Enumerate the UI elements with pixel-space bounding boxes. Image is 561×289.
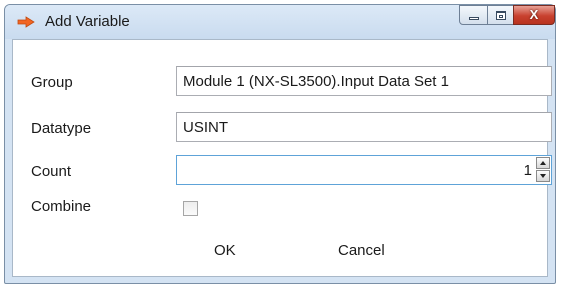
spin-up-icon[interactable] [536, 157, 550, 169]
minimize-icon [469, 17, 479, 20]
count-label: Count [31, 163, 72, 180]
group-value: Module 1 (NX-SL3500).Input Data Set 1 [183, 73, 449, 90]
count-value: 1 [523, 162, 532, 179]
add-variable-dialog: Add Variable X Group Module 1 (NX-SL3500… [4, 4, 556, 284]
group-field[interactable]: Module 1 (NX-SL3500).Input Data Set 1 [176, 66, 552, 96]
count-stepper[interactable]: 1 [176, 155, 552, 185]
cancel-button[interactable]: Cancel [338, 242, 385, 259]
combine-label: Combine [31, 198, 92, 215]
datatype-label: Datatype [31, 120, 92, 137]
maximize-button[interactable] [487, 5, 514, 25]
spin-down-icon[interactable] [536, 170, 550, 182]
window-title: Add Variable [45, 13, 130, 30]
datatype-field[interactable]: USINT [176, 112, 552, 142]
close-button[interactable]: X [513, 5, 555, 25]
dialog-content: Group Module 1 (NX-SL3500).Input Data Se… [12, 39, 552, 277]
title-bar[interactable]: Add Variable X [5, 5, 555, 39]
minimize-button[interactable] [459, 5, 488, 25]
datatype-value: USINT [183, 119, 228, 136]
maximize-icon [496, 11, 506, 20]
group-label: Group [31, 74, 73, 91]
combine-checkbox[interactable] [183, 201, 198, 216]
close-icon: X [529, 7, 539, 22]
ok-button[interactable]: OK [214, 242, 236, 259]
arrow-icon [17, 16, 35, 28]
count-spinner[interactable] [536, 157, 550, 183]
